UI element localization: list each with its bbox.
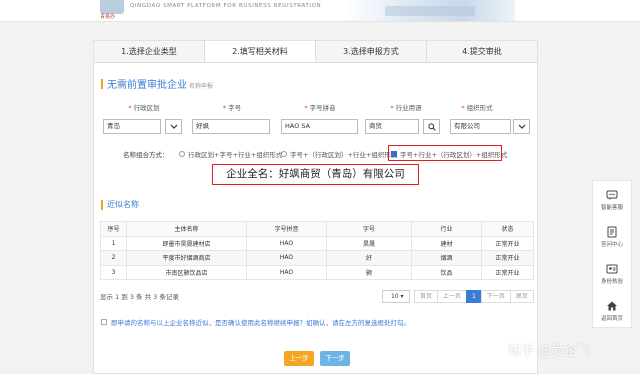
region-select[interactable]: 青岛 <box>103 119 161 134</box>
tab-declare-method[interactable]: 3.选择申报方式 <box>316 41 427 62</box>
chat-icon <box>606 190 618 200</box>
highlight-box-combo <box>388 145 502 161</box>
industry-label: * 行业用语 <box>390 104 422 112</box>
combo-option-1[interactable]: 行政区划+字号+行业+组织形式 <box>179 149 282 159</box>
industry-search-button[interactable] <box>423 119 440 134</box>
logo-text: 青易办 <box>100 14 116 20</box>
qa-icon <box>607 226 617 237</box>
column-header: 序号 <box>100 221 127 237</box>
highlight-box-fullname <box>212 164 419 185</box>
similar-names-title: 近似名称 <box>101 199 139 210</box>
logo-icon <box>100 0 124 14</box>
table-cell: 烟酒 <box>411 250 482 266</box>
tab-fill-materials[interactable]: 2.填写相关材料 <box>205 41 316 62</box>
next-page-button[interactable]: 下一页 <box>480 290 511 303</box>
table-header-row: 序号 主体名称 字号拼音 字号 行业 状态 <box>100 221 534 237</box>
table-cell: 3 <box>100 264 127 280</box>
prev-page-button[interactable]: 上一页 <box>437 290 468 303</box>
section-subtitle: 名称申报 <box>189 83 214 90</box>
table-cell: HAO <box>246 264 327 280</box>
zihao-label: * 字号 <box>222 104 242 112</box>
site-header: 青易办 QINGDAO SMART PLATFORM FOR BUSINESS … <box>0 0 640 22</box>
section-title: 无需前置审批企业 名称申报 <box>101 76 213 91</box>
watermark: 知乎 @爱企飞 <box>508 344 591 359</box>
search-icon <box>427 122 436 131</box>
platform-name: QINGDAO SMART PLATFORM FOR BUSINESS REGI… <box>130 3 322 9</box>
page: 青易办 QINGDAO SMART PLATFORM FOR BUSINESS … <box>0 0 640 374</box>
tab-select-type[interactable]: 1.选择企业类型 <box>94 41 205 62</box>
last-page-button[interactable]: 尾页 <box>509 290 534 303</box>
pinyin-label: * 字号拼音 <box>304 104 336 112</box>
table-cell: 建材 <box>411 235 482 251</box>
sidebar-item-chat[interactable]: 智能客服 <box>593 181 631 218</box>
combo-option-2[interactable]: 字号+（行政区划）+行业+组织形式 <box>281 149 397 159</box>
table-cell: 正常开业 <box>481 250 534 266</box>
section-bar <box>101 78 103 89</box>
table-row: 1 即墨市昊晟建材店 HAO 昊晟 建材 正常开业 <box>100 235 534 251</box>
tab-submit[interactable]: 4.提交审批 <box>427 41 537 62</box>
form-card: 1.选择企业类型 2.填写相关材料 3.选择申报方式 4.提交审批 无需前置审批… <box>93 40 538 374</box>
section-bar <box>101 199 103 210</box>
confirm-checkbox[interactable] <box>101 319 107 325</box>
radio-icon <box>179 151 185 157</box>
radio-icon <box>281 151 287 157</box>
pagination: 10 ▾ 首页 上一页 1 下一页 尾页 <box>382 290 534 303</box>
sidebar-item-home[interactable]: 返回首页 <box>593 292 631 329</box>
next-step-button[interactable]: 下一步 <box>320 351 350 366</box>
first-page-button[interactable]: 首页 <box>414 290 439 303</box>
table-summary: 显示 1 到 3 条 共 3 条记录 <box>100 293 179 301</box>
chevron-down-icon <box>518 124 525 129</box>
confirm-text: 即申请的名称与以上企业名称近似，是否确认使用此名称继续申报？如确认，请在左方的复… <box>111 319 410 327</box>
table-cell: HAO <box>246 235 327 251</box>
org-select[interactable]: 有限公司 <box>450 119 511 134</box>
column-header: 行业 <box>411 221 482 237</box>
column-header: 状态 <box>481 221 534 237</box>
table-cell: 平度市好烟酒商店 <box>126 250 247 266</box>
table-cell: 好 <box>326 250 412 266</box>
sidebar-label: 身份核验 <box>600 278 623 285</box>
table-cell: 1 <box>100 235 127 251</box>
column-header: 字号 <box>326 221 412 237</box>
sidebar-item-verify[interactable]: 身份核验 <box>593 255 631 292</box>
chevron-down-icon <box>170 124 177 129</box>
table-cell: 正常开业 <box>481 235 534 251</box>
sidebar-label: 返回首页 <box>600 315 623 322</box>
confirm-similar-row: 即申请的名称与以上企业名称近似，是否确认使用此名称继续申报？如确认，请在左方的复… <box>101 317 410 327</box>
section-main-title: 无需前置审批企业 <box>107 80 187 91</box>
step-tabs: 1.选择企业类型 2.填写相关材料 3.选择申报方式 4.提交审批 <box>94 41 537 63</box>
header-banner <box>345 0 515 21</box>
industry-input[interactable]: 商贸 <box>365 119 419 134</box>
sidebar-item-qa[interactable]: 答问中心 <box>593 218 631 255</box>
page-1-button[interactable]: 1 <box>466 290 482 303</box>
table-row: 2 平度市好烟酒商店 HAO 好 烟酒 正常开业 <box>100 250 534 266</box>
table-row: 3 市南区颢饮品店 HAO 颢 饮品 正常开业 <box>100 264 534 280</box>
table-cell: 即墨市昊晟建材店 <box>126 235 247 251</box>
similar-names-table: 序号 主体名称 字号拼音 字号 行业 状态 1 即墨市昊晟建材店 HAO 昊晟 … <box>100 221 534 280</box>
org-label: * 组织形式 <box>461 104 493 112</box>
table-cell: 正常开业 <box>481 264 534 280</box>
org-dropdown-button[interactable] <box>513 119 530 134</box>
floating-sidebar: 智能客服 答问中心 身份核验 返回首页 <box>592 180 632 328</box>
table-cell: 颢 <box>326 264 412 280</box>
sidebar-label: 智能客服 <box>600 204 623 211</box>
table-cell: 饮品 <box>411 264 482 280</box>
prev-step-button[interactable]: 上一步 <box>284 351 314 366</box>
table-cell: 2 <box>100 250 127 266</box>
column-header: 字号拼音 <box>246 221 327 237</box>
region-dropdown-button[interactable] <box>165 119 182 134</box>
page-size-select[interactable]: 10 ▾ <box>382 290 410 303</box>
id-card-icon <box>606 264 618 273</box>
column-header: 主体名称 <box>126 221 247 237</box>
zihao-input[interactable]: 好飒 <box>192 119 270 134</box>
table-cell: 昊晟 <box>326 235 412 251</box>
region-label: * 行政区划 <box>128 104 160 112</box>
pinyin-input[interactable]: HAO SA <box>281 119 358 134</box>
combo-label: 名称组合方式： <box>123 151 169 159</box>
home-icon <box>607 301 617 310</box>
table-cell: 市南区颢饮品店 <box>126 264 247 280</box>
sidebar-label: 答问中心 <box>600 241 623 248</box>
table-cell: HAO <box>246 250 327 266</box>
